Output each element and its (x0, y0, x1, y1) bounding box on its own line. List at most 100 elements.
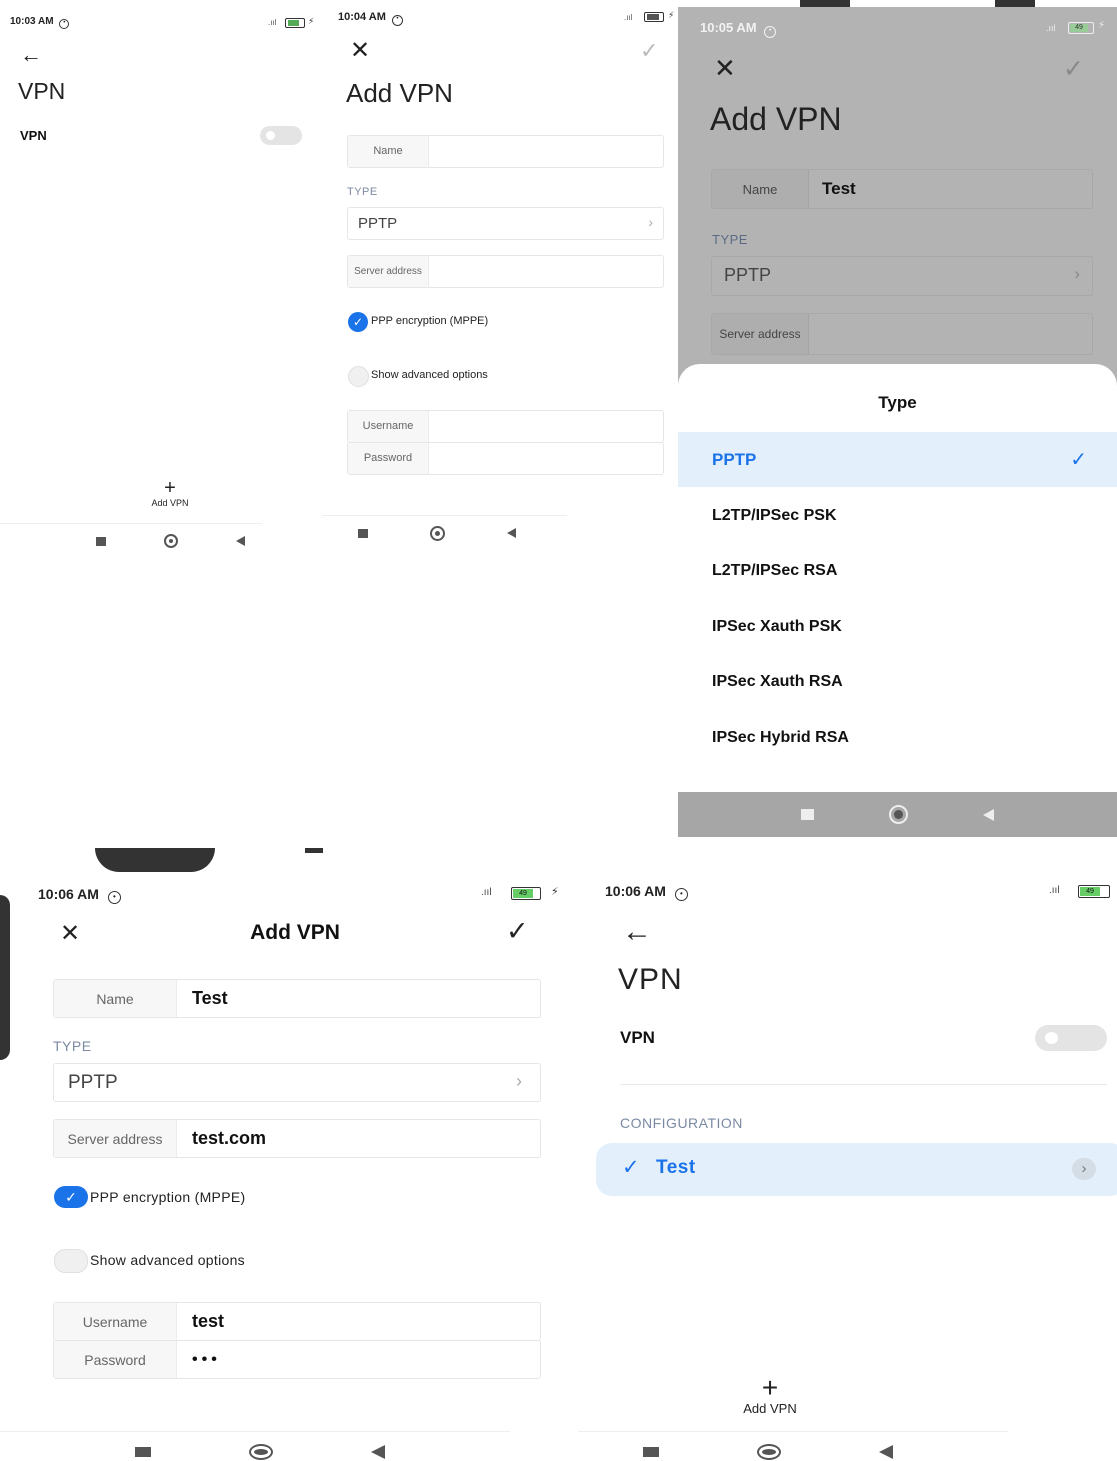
screen-add-vpn-filled: 10:06 AM • .ııl 49 ⚡ ✕ Add VPN ✓ Name Te… (0, 875, 578, 1461)
advanced-options-checkbox[interactable] (348, 366, 369, 387)
type-option-xauth-rsa[interactable]: IPSec Xauth RSA (678, 654, 1117, 709)
add-vpn-button[interactable]: + Add VPN (140, 478, 200, 508)
page-title: Add VPN (346, 78, 453, 108)
active-check-icon: ✓ (622, 1156, 640, 1179)
divider (0, 1431, 510, 1432)
server-address-field[interactable]: Server address (347, 255, 664, 288)
home-icon[interactable] (163, 534, 178, 548)
decorative-shape (95, 848, 215, 872)
type-option-label: L2TP/IPSec PSK (712, 506, 837, 524)
config-item-test[interactable]: ✓ Test › (596, 1143, 1117, 1196)
name-field[interactable]: Name (347, 135, 664, 168)
type-option-hybrid-rsa[interactable]: IPSec Hybrid RSA (678, 710, 1117, 765)
type-section-label: TYPE (53, 1038, 92, 1054)
chevron-right-icon: › (516, 1071, 522, 1091)
server-address-label: Server address (348, 256, 429, 287)
confirm-check-icon[interactable]: ✓ (506, 916, 529, 947)
type-selector[interactable]: PPTP › (347, 207, 664, 240)
signal-icon: .ııl (268, 18, 277, 27)
advanced-options-checkbox[interactable] (54, 1249, 88, 1273)
type-selector[interactable]: PPTP › (711, 256, 1093, 296)
close-icon[interactable]: ✕ (714, 53, 736, 84)
close-icon[interactable]: ✕ (350, 36, 370, 65)
add-vpn-label: Add VPN (151, 498, 189, 508)
home-icon[interactable] (757, 1444, 781, 1460)
recents-icon[interactable] (135, 1447, 151, 1457)
type-selector-value: PPTP (358, 215, 398, 232)
password-field[interactable]: Password (347, 442, 664, 475)
type-option-l2tp-psk[interactable]: L2TP/IPSec PSK (678, 488, 1117, 543)
username-value: test (192, 1311, 225, 1331)
vpn-toggle-label: VPN (620, 1028, 655, 1047)
check-icon: ✓ (65, 1188, 77, 1205)
username-field[interactable]: Username (347, 410, 664, 443)
recents-icon[interactable] (801, 809, 814, 820)
name-field-label: Name (348, 136, 429, 167)
configuration-section-label: CONFIGURATION (620, 1115, 743, 1131)
type-selector[interactable]: PPTP › (53, 1063, 541, 1102)
nav-bar (60, 530, 280, 552)
battery-icon: 49 (1068, 22, 1094, 34)
back-nav-icon[interactable] (983, 808, 994, 821)
divider (0, 523, 262, 524)
name-field[interactable]: Name Test (711, 169, 1093, 209)
alarm-icon: • (107, 891, 121, 904)
name-field[interactable]: Name Test (53, 979, 541, 1018)
plus-icon: + (164, 477, 176, 499)
decorative-shape (995, 0, 1035, 7)
password-label: Password (348, 443, 429, 474)
server-address-field[interactable]: Server address test.com (53, 1119, 541, 1158)
battery-icon: 49 (511, 887, 541, 900)
confirm-check-icon[interactable]: ✓ (640, 38, 658, 64)
charging-icon: ⚡ (551, 886, 559, 898)
back-arrow-icon[interactable]: ← (20, 42, 42, 68)
back-nav-icon[interactable] (507, 528, 516, 538)
username-label: Username (348, 411, 429, 442)
home-icon[interactable] (430, 525, 445, 541)
server-address-field[interactable]: Server address (711, 313, 1093, 355)
vpn-toggle[interactable] (260, 126, 302, 145)
home-icon[interactable] (889, 805, 908, 824)
home-icon[interactable] (249, 1444, 273, 1460)
back-nav-icon[interactable] (235, 536, 245, 546)
signal-icon: .ııl (481, 887, 492, 898)
alarm-icon: • (674, 888, 688, 901)
add-vpn-button[interactable]: + Add VPN (730, 1374, 810, 1417)
type-section-label: TYPE (347, 186, 378, 198)
chevron-right-icon[interactable]: › (1072, 1158, 1096, 1180)
status-time: 10:05 AM (700, 20, 757, 35)
page-title: VPN (618, 963, 683, 996)
back-nav-icon[interactable] (371, 1445, 385, 1459)
type-option-xauth-psk[interactable]: IPSec Xauth PSK (678, 599, 1117, 654)
advanced-options-label: Show advanced options (371, 369, 488, 381)
confirm-check-icon[interactable]: ✓ (1063, 54, 1084, 84)
type-option-pptp[interactable]: PPTP ✓ (678, 432, 1117, 487)
status-bar: 10:03 AM • (10, 16, 70, 29)
charging-icon: ⚡ (308, 16, 315, 26)
type-option-label: IPSec Xauth PSK (712, 617, 842, 635)
nav-bar (50, 1441, 470, 1461)
ppp-encryption-checkbox[interactable]: ✓ (54, 1186, 88, 1208)
recents-icon[interactable] (95, 536, 106, 546)
page-title: VPN (18, 78, 66, 104)
password-field[interactable]: Password ••• (53, 1340, 541, 1379)
charging-icon: ⚡ (1098, 20, 1106, 31)
type-option-l2tp-rsa[interactable]: L2TP/IPSec RSA (678, 543, 1117, 598)
status-time: 10:06 AM (38, 886, 99, 902)
alarm-icon: • (391, 15, 403, 26)
type-bottom-sheet: Type PPTP ✓ L2TP/IPSec PSK L2TP/IPSec RS… (678, 364, 1117, 792)
decorative-shape (305, 848, 323, 853)
status-bar: 10:06 AM • (38, 886, 121, 904)
back-arrow-icon[interactable]: ← (622, 915, 652, 949)
username-field[interactable]: Username test (53, 1302, 541, 1341)
recents-icon[interactable] (358, 528, 368, 538)
vpn-toggle-label: VPN (20, 128, 47, 143)
screen-vpn-list-empty: 10:03 AM • .ııl ⚡ ← VPN VPN + Add VPN (0, 0, 322, 560)
battery-icon (644, 12, 664, 22)
status-time: 10:06 AM (605, 883, 666, 899)
selected-check-icon: ✓ (1070, 449, 1087, 471)
vpn-toggle[interactable] (1035, 1025, 1107, 1051)
back-nav-icon[interactable] (879, 1445, 893, 1459)
recents-icon[interactable] (643, 1447, 659, 1457)
ppp-encryption-checkbox[interactable]: ✓ (348, 312, 368, 332)
